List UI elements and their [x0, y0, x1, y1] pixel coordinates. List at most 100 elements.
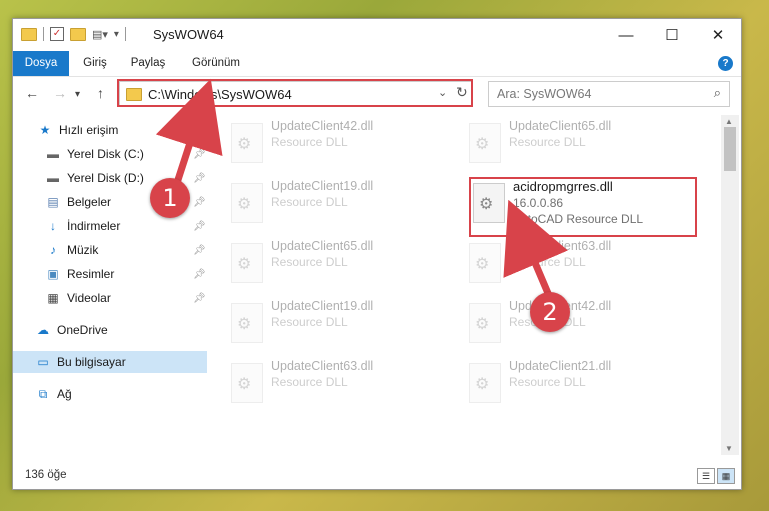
callout-badge-1: 1 — [150, 178, 190, 218]
chevron-down-icon[interactable]: ▾ — [114, 29, 119, 40]
file-name: UpdateClient19.dll — [271, 299, 374, 313]
cloud-icon: ☁ — [37, 323, 49, 337]
pin-icon[interactable]: 📌︎ — [193, 221, 206, 232]
help-icon[interactable]: ? — [718, 56, 733, 71]
file-highlight-box — [469, 177, 697, 237]
customize-dropdown-icon[interactable]: ▤▾ — [92, 28, 108, 41]
file-item[interactable]: UpdateClient65.dll Resource DLL — [231, 239, 461, 289]
nav-label: OneDrive — [57, 323, 108, 337]
nav-label: Müzik — [67, 243, 99, 257]
navigation-bar: ← → ▾ ↑ C:\Windows\SysWOW64 ⌄ ↻ Ara: Sys… — [13, 77, 741, 111]
nav-label: Ağ — [57, 387, 72, 401]
dll-file-icon — [231, 303, 263, 343]
pin-icon[interactable]: 📌︎ — [193, 293, 206, 304]
download-icon: ↓ — [50, 219, 56, 233]
file-name: UpdateClient21.dll — [509, 359, 612, 373]
file-item[interactable]: UpdateClient63.dll Resource DLL — [231, 359, 461, 409]
item-count: 136 öğe — [25, 469, 67, 481]
nav-item-pictures[interactable]: ▣ Resimler 📌︎ — [13, 263, 239, 285]
properties-icon[interactable]: ✓ — [50, 27, 64, 41]
nav-item-music[interactable]: ♪ Müzik 📌︎ — [13, 239, 239, 261]
large-icons-view-icon[interactable]: ▦ — [717, 468, 735, 484]
nav-label: Yerel Disk (C:) — [67, 147, 144, 161]
file-type: Resource DLL — [271, 195, 348, 209]
pin-icon[interactable]: 📌︎ — [193, 173, 206, 184]
file-type: Resource DLL — [271, 135, 348, 149]
star-icon: ★ — [39, 123, 51, 137]
music-icon: ♪ — [50, 243, 56, 257]
callout-badge-2: 2 — [530, 292, 570, 332]
file-type: Resource DLL — [509, 135, 586, 149]
window-title: SysWOW64 — [153, 27, 224, 42]
search-icon[interactable]: ⌕ — [714, 85, 721, 101]
navigation-pane: ★ Hızlı erişim ▬ Yerel Disk (C:) 📌︎ ▬ Ye… — [13, 115, 207, 455]
dll-file-icon — [231, 123, 263, 163]
maximize-button[interactable]: ☐ — [649, 19, 695, 51]
nav-item-onedrive[interactable]: ☁ OneDrive — [13, 319, 229, 341]
new-folder-icon[interactable] — [70, 27, 86, 41]
pin-icon[interactable]: 📌︎ — [193, 245, 206, 256]
ribbon-tabs: Dosya Giriş Paylaş Görünüm ? — [13, 51, 741, 77]
pin-icon[interactable]: 📌︎ — [193, 197, 206, 208]
nav-item-quick-access[interactable]: ★ Hızlı erişim — [13, 119, 231, 141]
file-item[interactable]: UpdateClient42.dll Resource DLL — [469, 299, 699, 349]
file-item[interactable]: UpdateClient19.dll Resource DLL — [231, 179, 461, 229]
close-button[interactable]: ✕ — [695, 19, 741, 51]
file-name: UpdateClient63.dll — [271, 359, 374, 373]
documents-icon: ▤ — [47, 195, 59, 209]
scroll-up-icon[interactable]: ▲ — [725, 117, 733, 126]
scrollbar-thumb[interactable] — [724, 127, 736, 171]
file-name: UpdateClient42.dll — [271, 119, 374, 133]
file-item[interactable]: UpdateClient63.dll Resource DLL — [469, 239, 699, 289]
vertical-scrollbar[interactable]: ▲ ▼ — [721, 115, 739, 455]
nav-label: Videolar — [67, 291, 111, 305]
up-arrow-icon[interactable]: ↑ — [97, 85, 104, 101]
file-type: Resource DLL — [509, 375, 586, 389]
tab-gorunum[interactable]: Görünüm — [183, 51, 249, 76]
pictures-icon: ▣ — [47, 267, 59, 281]
quick-access-toolbar: ✓ ▤▾ ▾ — [21, 27, 126, 41]
pin-icon[interactable]: 📌︎ — [193, 269, 206, 280]
scroll-down-icon[interactable]: ▼ — [725, 444, 733, 453]
title-bar: ✓ ▤▾ ▾ SysWOW64 — ☐ ✕ — [13, 19, 741, 51]
nav-item-network[interactable]: ⧉ Ağ — [13, 383, 229, 405]
nav-item-videos[interactable]: ▦ Videolar 📌︎ — [13, 287, 239, 309]
address-highlight-box — [117, 79, 473, 107]
nav-label: İndirmeler — [67, 219, 121, 233]
minimize-button[interactable]: — — [603, 19, 649, 51]
nav-item-local-disk-d[interactable]: ▬ Yerel Disk (D:) 📌︎ — [13, 167, 239, 189]
file-name: UpdateClient19.dll — [271, 179, 374, 193]
nav-item-downloads[interactable]: ↓ İndirmeler 📌︎ — [13, 215, 239, 237]
search-placeholder[interactable]: Ara: SysWOW64 — [497, 87, 591, 101]
tab-paylas[interactable]: Paylaş — [123, 51, 173, 76]
file-item[interactable]: UpdateClient21.dll Resource DLL — [469, 359, 699, 409]
tab-giris[interactable]: Giriş — [75, 51, 115, 76]
nav-label: Bu bilgisayar — [57, 355, 126, 369]
nav-label: Belgeler — [67, 195, 112, 209]
forward-arrow-icon[interactable]: → — [53, 85, 67, 101]
back-arrow-icon[interactable]: ← — [25, 85, 39, 101]
search-input[interactable]: Ara: SysWOW64 ⌕ — [488, 81, 730, 107]
nav-item-this-pc[interactable]: ▭ Bu bilgisayar — [13, 351, 207, 373]
drive-icon: ▬ — [47, 171, 59, 185]
drive-icon: ▬ — [47, 147, 59, 161]
pin-icon[interactable]: 📌︎ — [193, 149, 206, 160]
file-item[interactable]: UpdateClient42.dll Resource DLL — [231, 119, 461, 169]
nav-item-local-disk-c[interactable]: ▬ Yerel Disk (C:) 📌︎ — [13, 143, 239, 165]
nav-item-documents[interactable]: ▤ Belgeler 📌︎ — [13, 191, 239, 213]
file-type: Resource DLL — [509, 255, 586, 269]
separator — [43, 27, 44, 41]
dll-file-icon — [469, 123, 501, 163]
file-item[interactable]: UpdateClient65.dll Resource DLL — [469, 119, 699, 169]
folder-icon — [21, 27, 37, 41]
file-item[interactable]: UpdateClient19.dll Resource DLL — [231, 299, 461, 349]
videos-icon: ▦ — [47, 291, 59, 305]
dll-file-icon — [469, 303, 501, 343]
status-bar: 136 öğe ☰ ▦ — [13, 465, 741, 487]
recent-dropdown-icon[interactable]: ▾ — [75, 89, 80, 100]
file-type: Resource DLL — [271, 375, 348, 389]
details-view-icon[interactable]: ☰ — [697, 468, 715, 484]
dll-file-icon — [231, 183, 263, 223]
dll-file-icon — [231, 363, 263, 403]
tab-dosya[interactable]: Dosya — [13, 51, 69, 76]
